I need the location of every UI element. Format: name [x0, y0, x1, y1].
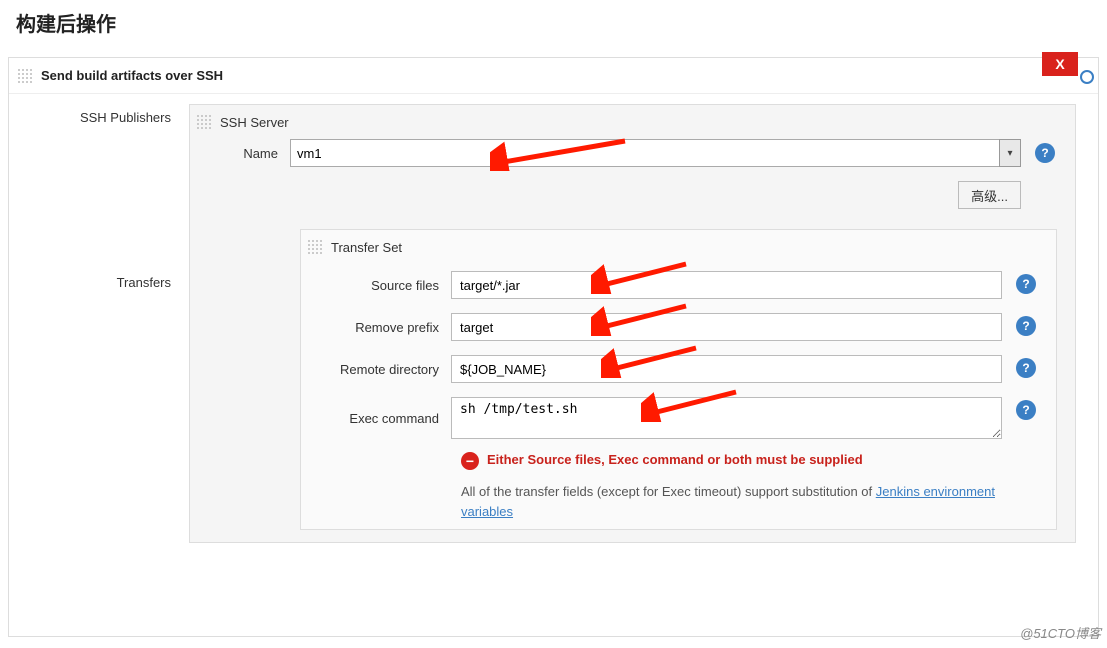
- source-files-row: Source files ?: [301, 264, 1056, 306]
- right-column: SSH Server Name ▾ ? 高级...: [179, 94, 1098, 636]
- error-icon: −: [461, 452, 479, 470]
- exec-command-input[interactable]: [451, 397, 1002, 439]
- remove-prefix-label: Remove prefix: [301, 320, 451, 335]
- hint-pre: All of the transfer fields (except for E…: [461, 484, 876, 499]
- help-icon[interactable]: ?: [1035, 143, 1055, 163]
- ssh-server-title: SSH Server: [220, 115, 289, 130]
- remote-dir-row: Remote directory ?: [301, 348, 1056, 390]
- close-button[interactable]: X: [1042, 52, 1078, 76]
- page-title: 构建后操作: [0, 0, 1107, 45]
- transfer-panel: Transfer Set Source files ? Remove prefi…: [300, 229, 1057, 530]
- transfer-section: Transfer Set Source files ? Remove prefi…: [190, 229, 1075, 530]
- ssh-server-heading: SSH Server: [190, 105, 1075, 139]
- drag-handle-icon[interactable]: [307, 239, 323, 255]
- advanced-button[interactable]: 高级...: [958, 181, 1021, 209]
- exec-command-row: Exec command ?: [301, 390, 1056, 446]
- remote-dir-input[interactable]: [451, 355, 1002, 383]
- name-select[interactable]: [290, 139, 1000, 167]
- post-build-section: X Send build artifacts over SSH SSH Publ…: [8, 57, 1099, 637]
- left-column: SSH Publishers Transfers: [9, 94, 179, 636]
- drag-handle-icon[interactable]: [17, 68, 33, 84]
- name-row: Name ▾ ?: [190, 139, 1075, 167]
- chevron-down-icon[interactable]: ▾: [999, 139, 1021, 167]
- section-header: Send build artifacts over SSH: [9, 58, 1098, 94]
- publishers-label: SSH Publishers: [17, 110, 171, 125]
- help-icon[interactable]: ?: [1016, 316, 1036, 336]
- transfer-title: Transfer Set: [331, 240, 402, 255]
- ssh-server-panel: SSH Server Name ▾ ? 高级...: [189, 104, 1076, 543]
- help-icon[interactable]: ?: [1016, 400, 1036, 420]
- transfer-heading: Transfer Set: [301, 230, 1056, 264]
- remote-dir-label: Remote directory: [301, 362, 451, 377]
- help-icon[interactable]: [1080, 70, 1094, 84]
- transfers-label: Transfers: [17, 275, 171, 290]
- validation-error: − Either Source files, Exec command or b…: [301, 446, 1056, 478]
- help-icon[interactable]: ?: [1016, 274, 1036, 294]
- exec-command-label: Exec command: [301, 411, 451, 426]
- error-text: Either Source files, Exec command or bot…: [487, 452, 863, 467]
- source-files-input[interactable]: [451, 271, 1002, 299]
- name-label: Name: [190, 146, 290, 161]
- help-icon[interactable]: ?: [1016, 358, 1036, 378]
- watermark: @51CTO博客: [1020, 623, 1101, 642]
- source-files-label: Source files: [301, 278, 451, 293]
- section-title: Send build artifacts over SSH: [41, 68, 223, 83]
- remove-prefix-input[interactable]: [451, 313, 1002, 341]
- drag-handle-icon[interactable]: [196, 114, 212, 130]
- hint-text: All of the transfer fields (except for E…: [301, 478, 1056, 529]
- remove-prefix-row: Remove prefix ?: [301, 306, 1056, 348]
